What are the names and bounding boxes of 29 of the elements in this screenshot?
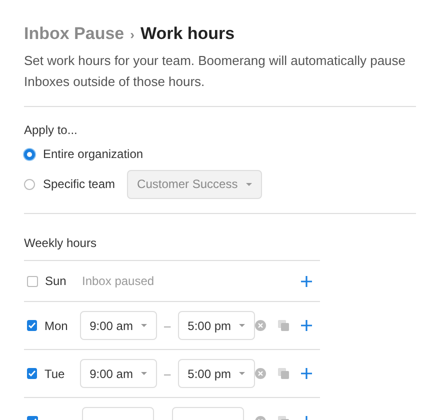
day-label: Mon (44, 318, 69, 332)
range-dash: – (164, 366, 171, 380)
copy-icon[interactable] (278, 320, 289, 331)
radio-button[interactable] (24, 148, 35, 160)
radio-label: Entire organization (43, 147, 144, 161)
end-time-dropdown[interactable]: 5:00 pm (178, 359, 255, 388)
day-checkbox[interactable] (27, 368, 38, 379)
end-time-dropdown[interactable]: 5:00 pm (178, 311, 255, 340)
add-icon[interactable] (301, 320, 312, 331)
page-title: Work hours (140, 24, 235, 44)
copy-icon[interactable] (278, 368, 289, 379)
day-checkbox[interactable] (27, 276, 38, 286)
clear-icon[interactable] (255, 320, 266, 331)
section-label: Weekly hours (24, 236, 98, 250)
day-checkbox[interactable] (27, 320, 38, 331)
radio-label: Specific team (43, 177, 116, 191)
add-icon[interactable] (301, 368, 312, 379)
clear-icon[interactable] (255, 368, 266, 379)
start-time-dropdown[interactable]: 9:00 am (80, 311, 157, 340)
radio-button[interactable] (24, 178, 35, 190)
section-label: Apply to... (24, 123, 78, 137)
description-text: Set work hours for your team. Boomerang will automatically pause Inboxes outside of those hours. (24, 52, 407, 91)
breadcrumb-separator: › (130, 27, 134, 42)
start-time-dropdown[interactable]: 9:00 am (80, 359, 157, 388)
day-label: Sun (45, 274, 68, 288)
status-text: Inbox paused (82, 274, 156, 288)
day-label: Tue (44, 366, 66, 380)
add-icon[interactable] (301, 276, 312, 286)
range-dash: – (164, 318, 171, 332)
